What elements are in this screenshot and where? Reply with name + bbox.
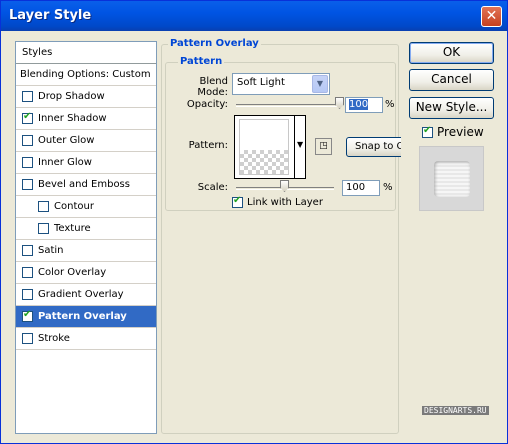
style-item-checkbox[interactable] bbox=[22, 135, 33, 146]
opacity-label: Opacity: bbox=[186, 99, 228, 110]
link-with-layer-checkbox[interactable] bbox=[232, 195, 243, 208]
link-with-layer-row[interactable]: Link with Layer bbox=[232, 195, 323, 208]
scale-input[interactable]: 100 bbox=[342, 180, 380, 196]
new-style-button[interactable]: New Style... bbox=[409, 97, 494, 119]
style-item-checkbox[interactable] bbox=[38, 223, 49, 234]
ok-button[interactable]: OK bbox=[409, 42, 494, 64]
style-item-label: Bevel and Emboss bbox=[38, 179, 130, 190]
scale-unit: % bbox=[383, 182, 393, 193]
snap-to-origin-button[interactable]: Snap to Origin bbox=[346, 137, 401, 157]
window-title: Layer Style bbox=[9, 8, 92, 23]
new-style-label: New Style... bbox=[415, 100, 488, 114]
transparency-checker bbox=[240, 150, 288, 174]
blending-options-item[interactable]: Blending Options: Custom bbox=[16, 64, 156, 86]
style-item-drop-shadow[interactable]: Drop Shadow bbox=[16, 86, 156, 108]
style-item-label: Color Overlay bbox=[38, 267, 107, 278]
style-item-checkbox[interactable] bbox=[22, 245, 33, 256]
style-item-outer-glow[interactable]: Outer Glow bbox=[16, 130, 156, 152]
blend-mode-select[interactable]: Soft Light ▼ bbox=[232, 73, 330, 95]
style-item-checkbox[interactable] bbox=[38, 201, 49, 212]
close-icon: ✕ bbox=[485, 8, 498, 24]
opacity-value: 100 bbox=[349, 99, 369, 110]
opacity-input[interactable]: 100 bbox=[345, 97, 383, 113]
pattern-picker[interactable]: ▼ bbox=[234, 115, 306, 179]
pattern-overlay-group-title: Pattern Overlay bbox=[168, 38, 261, 49]
style-item-bevel-and-emboss[interactable]: Bevel and Emboss bbox=[16, 174, 156, 196]
style-item-contour[interactable]: Contour bbox=[16, 196, 156, 218]
style-item-texture[interactable]: Texture bbox=[16, 218, 156, 240]
new-preset-icon: ◳ bbox=[319, 141, 328, 151]
layer-style-dialog: Layer Style ✕ Styles Blending Options: C… bbox=[0, 0, 508, 444]
styles-list: Styles Blending Options: Custom Drop Sha… bbox=[15, 41, 157, 434]
style-item-inner-shadow[interactable]: Inner Shadow bbox=[16, 108, 156, 130]
link-with-layer-label: Link with Layer bbox=[247, 197, 323, 208]
style-item-gradient-overlay[interactable]: Gradient Overlay bbox=[16, 284, 156, 306]
style-item-checkbox[interactable] bbox=[22, 179, 33, 190]
style-item-checkbox[interactable] bbox=[22, 333, 33, 344]
new-preset-button[interactable]: ◳ bbox=[315, 138, 332, 155]
style-item-color-overlay[interactable]: Color Overlay bbox=[16, 262, 156, 284]
style-item-label: Inner Shadow bbox=[38, 113, 107, 124]
style-item-label: Stroke bbox=[38, 333, 70, 344]
style-item-checkbox[interactable] bbox=[22, 111, 33, 124]
style-item-label: Texture bbox=[54, 223, 91, 234]
preview-row[interactable]: Preview bbox=[422, 125, 484, 139]
pattern-dropdown-icon[interactable]: ▼ bbox=[297, 140, 303, 149]
chevron-down-icon[interactable]: ▼ bbox=[312, 75, 328, 93]
ok-label: OK bbox=[442, 45, 461, 59]
opacity-unit: % bbox=[385, 99, 395, 110]
style-item-label: Drop Shadow bbox=[38, 91, 105, 102]
opacity-slider-track[interactable] bbox=[236, 104, 340, 107]
preview-thumbnail bbox=[434, 161, 470, 197]
scale-label: Scale: bbox=[197, 182, 228, 193]
style-item-label: Contour bbox=[54, 201, 94, 212]
pattern-label: Pattern: bbox=[188, 140, 228, 151]
preview-checkbox[interactable] bbox=[422, 125, 433, 138]
style-item-label: Satin bbox=[38, 245, 64, 256]
style-item-label: Gradient Overlay bbox=[38, 289, 124, 300]
style-item-checkbox[interactable] bbox=[22, 267, 33, 278]
blending-options-label: Blending Options: Custom bbox=[20, 69, 151, 80]
styles-header[interactable]: Styles bbox=[16, 42, 156, 64]
style-item-stroke[interactable]: Stroke bbox=[16, 328, 156, 350]
pattern-swatch bbox=[239, 119, 289, 175]
style-item-checkbox[interactable] bbox=[22, 157, 33, 168]
blend-mode-label: Blend Mode: bbox=[197, 76, 228, 98]
style-item-inner-glow[interactable]: Inner Glow bbox=[16, 152, 156, 174]
style-item-label: Inner Glow bbox=[38, 157, 92, 168]
style-items: Drop Shadow Inner Shadow Outer Glow Inner G… bbox=[16, 86, 156, 350]
style-item-checkbox[interactable] bbox=[22, 309, 33, 322]
style-item-label: Pattern Overlay bbox=[38, 311, 127, 322]
preview-label: Preview bbox=[437, 125, 484, 139]
style-item-satin[interactable]: Satin bbox=[16, 240, 156, 262]
snap-button-clip: Snap to Origin bbox=[346, 137, 401, 157]
close-button[interactable]: ✕ bbox=[481, 6, 502, 27]
pattern-divider bbox=[294, 116, 295, 178]
snap-to-origin-label: Snap to Origin bbox=[355, 141, 401, 152]
watermark: DESIGNARTS.RU bbox=[422, 406, 489, 415]
cancel-label: Cancel bbox=[431, 72, 472, 86]
style-item-pattern-overlay[interactable]: Pattern Overlay bbox=[16, 306, 156, 328]
pattern-subgroup-title: Pattern bbox=[178, 56, 225, 67]
style-item-checkbox[interactable] bbox=[22, 289, 33, 300]
style-item-label: Outer Glow bbox=[38, 135, 95, 146]
scale-value: 100 bbox=[346, 182, 366, 193]
blend-mode-value: Soft Light bbox=[237, 77, 285, 88]
title-bar[interactable]: Layer Style ✕ bbox=[1, 1, 507, 31]
style-preview bbox=[419, 146, 484, 211]
style-item-checkbox[interactable] bbox=[22, 91, 33, 102]
cancel-button[interactable]: Cancel bbox=[409, 69, 494, 91]
dialog-body: Styles Blending Options: Custom Drop Sha… bbox=[4, 31, 504, 441]
